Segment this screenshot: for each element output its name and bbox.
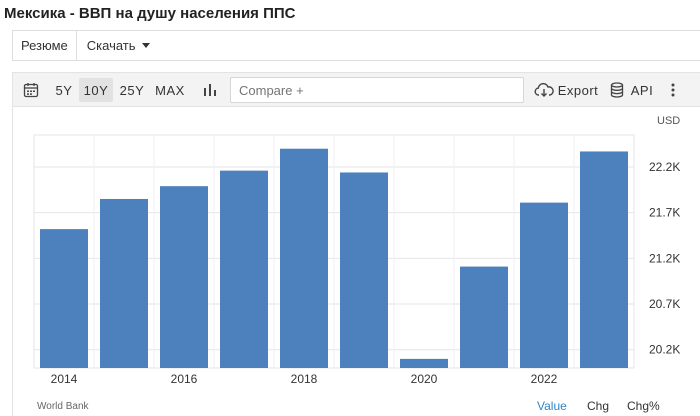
bar-chart: 20.2K 20.7K 21.2K 21.7K 22.2K 2014 2016 2018 202… (33, 134, 680, 386)
database-icon[interactable] (608, 78, 626, 102)
calendar-icon[interactable] (19, 78, 43, 102)
api-button[interactable]: API (629, 78, 655, 102)
chart-toolbar: 5Y 10Y 25Y MAX Export API (13, 73, 700, 107)
y-tick-label: 21.2K (649, 251, 680, 265)
chevron-down-icon (141, 43, 150, 48)
value-toggle-button[interactable]: Value (537, 399, 567, 413)
x-tick-label: 2016 (171, 372, 198, 386)
x-tick-label: 2020 (411, 372, 438, 386)
y-tick-label: 20.7K (649, 297, 680, 311)
bar (40, 229, 88, 368)
range-5y-button[interactable]: 5Y (51, 78, 77, 102)
range-25y-button[interactable]: 25Y (115, 78, 149, 102)
x-tick-label: 2014 (51, 372, 78, 386)
compare-input[interactable] (230, 77, 524, 103)
x-tick-label: 2018 (291, 372, 318, 386)
tab-bar: Резюме Скачать (12, 30, 700, 61)
tab-summary[interactable]: Резюме (12, 31, 77, 60)
export-button[interactable]: Export (557, 78, 599, 102)
bar-chart-icon[interactable] (199, 78, 221, 102)
bar (520, 202, 568, 368)
bar (400, 358, 448, 368)
bar (100, 198, 148, 368)
bar (220, 170, 268, 368)
bar (340, 172, 388, 368)
bar (460, 266, 508, 368)
source-label: World Bank (37, 401, 89, 412)
bar (280, 148, 328, 368)
range-10y-button[interactable]: 10Y (79, 78, 113, 102)
y-tick-label: 20.2K (649, 343, 680, 357)
tab-download[interactable]: Скачать (77, 31, 160, 60)
more-vertical-icon[interactable] (665, 78, 681, 102)
tab-summary-label: Резюме (21, 38, 68, 53)
cloud-download-icon[interactable] (533, 78, 555, 102)
chg-toggle-button[interactable]: Chg (587, 399, 609, 413)
bar (160, 186, 208, 368)
y-tick-label: 21.7K (649, 206, 680, 220)
tab-download-label: Скачать (86, 38, 136, 53)
x-tick-label: 2022 (531, 372, 558, 386)
chart-panel: 5Y 10Y 25Y MAX Export API USD 20.2K20.7K… (12, 72, 700, 416)
range-max-button[interactable]: MAX (153, 78, 187, 102)
bar (580, 151, 628, 368)
chg-percent-toggle-button[interactable]: Chg% (627, 399, 660, 413)
page-title: Мексика - ВВП на душу населения ППС (4, 5, 296, 22)
chart-area: USD 20.2K 20.7K 21.2K 21.7K 22.2K 2014 2016 201… (13, 107, 700, 416)
y-tick-label: 22.2K (649, 160, 680, 174)
